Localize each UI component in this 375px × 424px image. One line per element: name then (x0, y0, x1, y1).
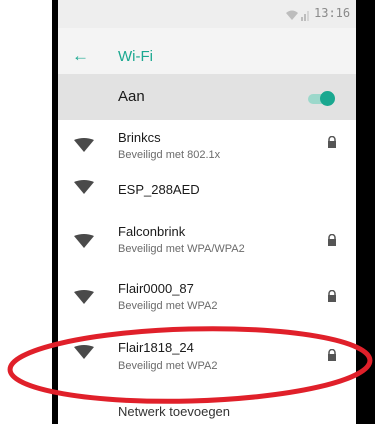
network-security: Beveiligd met WPA/WPA2 (118, 243, 245, 255)
toggle-thumb[interactable] (320, 91, 335, 106)
photo-frame-right (356, 0, 375, 424)
status-bar: 13:16 (58, 0, 356, 28)
network-item-esp[interactable]: ESP_288AED (58, 172, 356, 224)
wifi-signal-icon (74, 345, 94, 359)
wifi-signal-icon (74, 180, 94, 194)
lock-icon (328, 290, 336, 302)
arrow-left-icon[interactable]: ← (72, 47, 89, 64)
phone-screen: 13:16 ← Wi-Fi Aan Brinkcs Beveiligd met … (58, 0, 356, 424)
network-name: ESP_288AED (118, 182, 200, 197)
add-network-item[interactable]: Netwerk toevoegen (118, 404, 230, 419)
lock-icon (328, 136, 336, 148)
network-name: Flair1818_24 (118, 340, 194, 355)
network-security: Beveiligd met WPA2 (118, 300, 218, 312)
lock-icon (328, 234, 336, 246)
network-item-flair1818[interactable]: Flair1818_24 Beveiligd met WPA2 (58, 335, 356, 387)
network-name: Flair0000_87 (118, 281, 194, 296)
status-time: 13:16 (314, 6, 351, 20)
wifi-signal-icon (74, 234, 94, 248)
master-switch-label: Aan (118, 88, 145, 105)
wifi-signal-icon (74, 138, 94, 152)
network-item-falconbrink[interactable]: Falconbrink Beveiligd met WPA/WPA2 (58, 222, 356, 274)
wifi-signal-icon (74, 290, 94, 304)
app-bar: ← Wi-Fi (58, 28, 356, 74)
network-security: Beveiligd met WPA2 (118, 360, 218, 372)
signal-icon (286, 10, 309, 21)
network-security: Beveiligd met 802.1x (118, 149, 221, 161)
page-title: Wi-Fi (118, 48, 153, 65)
network-name: Falconbrink (118, 224, 186, 239)
network-item-brinkcs[interactable]: Brinkcs Beveiligd met 802.1x (58, 120, 356, 172)
wifi-master-switch-row[interactable]: Aan (58, 74, 356, 120)
lock-icon (328, 349, 336, 361)
network-item-flair0000[interactable]: Flair0000_87 Beveiligd met WPA2 (58, 278, 356, 330)
network-name: Brinkcs (118, 130, 161, 145)
